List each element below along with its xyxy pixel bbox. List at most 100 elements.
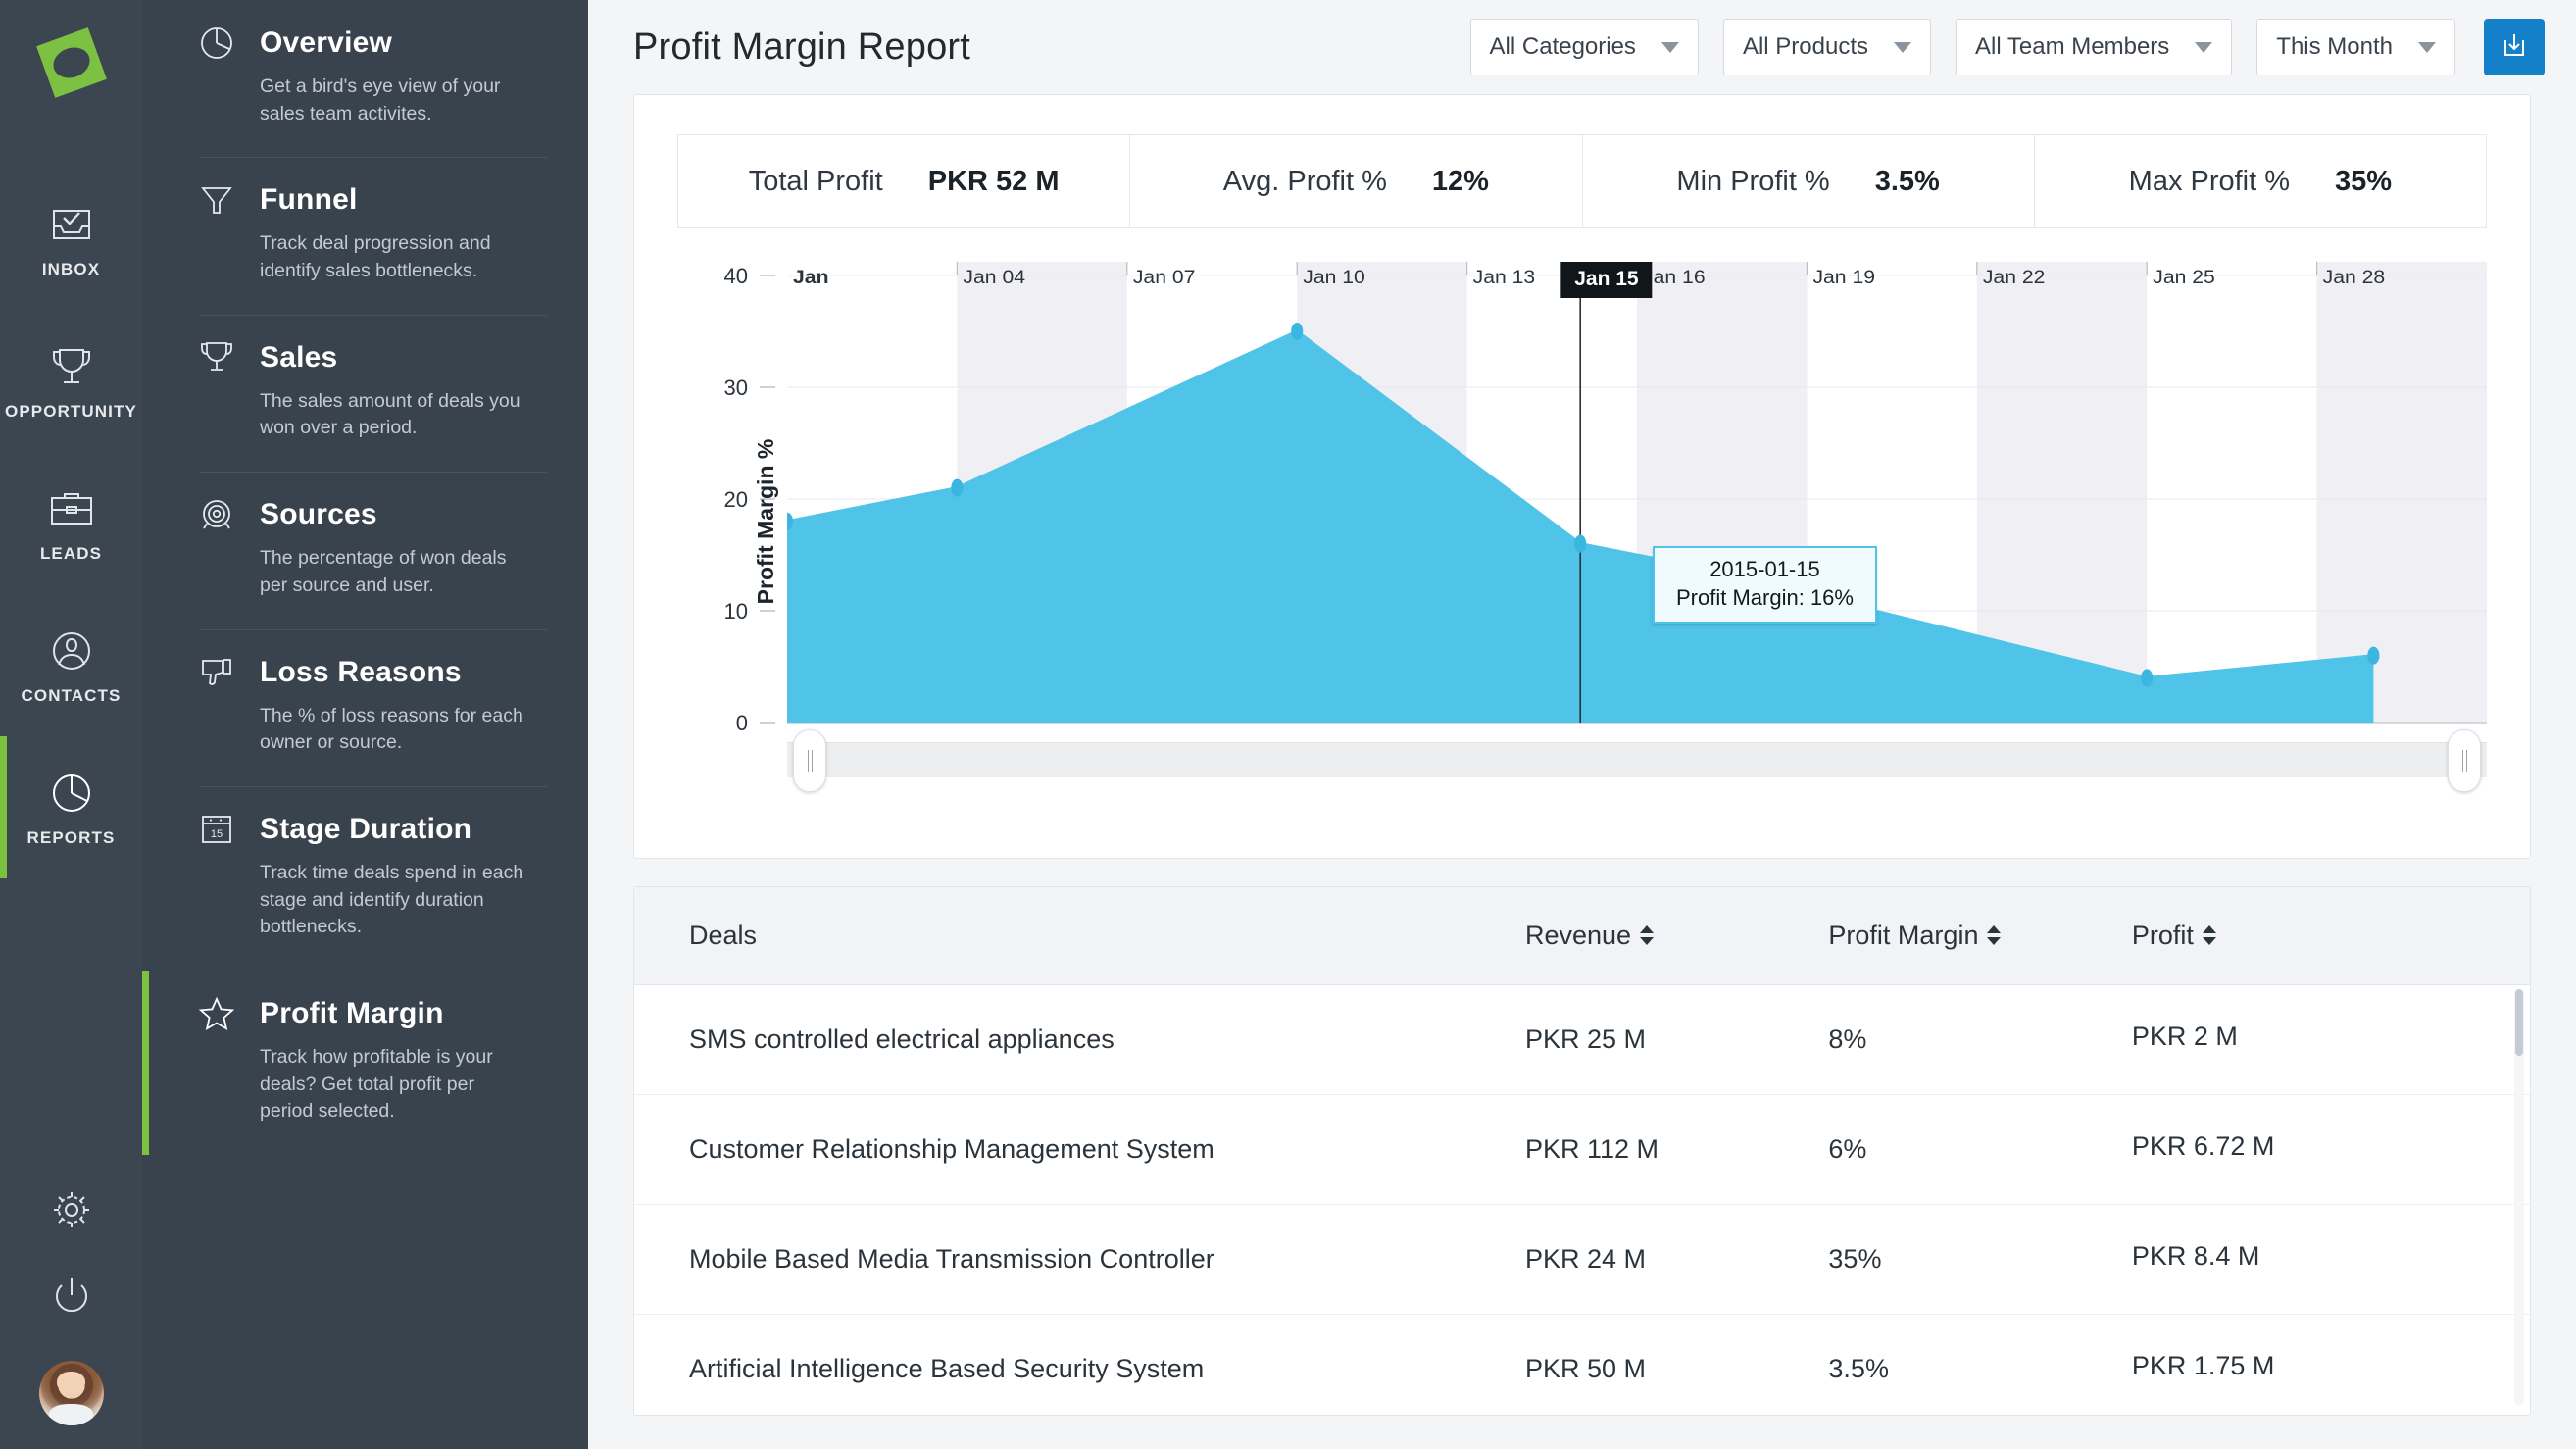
cell-deal: Artificial Intelligence Based Security S… — [634, 1314, 1525, 1415]
deals-table-card: Deals Revenue Profit Margin Profit SMS c… — [633, 886, 2531, 1416]
pie-chart-icon — [50, 767, 93, 820]
table-scrollbar[interactable] — [2514, 989, 2524, 1405]
table-row[interactable]: SMS controlled electrical appliances PKR … — [634, 981, 2530, 1095]
subnav-item-overview[interactable]: Overview Get a bird's eye view of your s… — [142, 0, 588, 157]
subnav-item-title: Sales — [260, 340, 338, 374]
rail-item-inbox[interactable]: INBOX — [0, 168, 142, 310]
table-body: SMS controlled electrical appliances PKR … — [634, 981, 2530, 1415]
subnav-item-sources[interactable]: Sources The percentage of won deals per … — [142, 472, 588, 628]
kpi-min-profit: Min Profit % 3.5% — [1583, 135, 2035, 227]
trophy-icon — [199, 340, 234, 375]
period-filter[interactable]: This Month — [2256, 19, 2455, 75]
star-icon — [199, 996, 234, 1031]
table-row[interactable]: Artificial Intelligence Based Security S… — [634, 1311, 2530, 1415]
cell-revenue: PKR 112 M — [1524, 1094, 1829, 1205]
svg-text:15: 15 — [211, 828, 223, 840]
subnav-item-desc: The sales amount of deals you won over a… — [260, 389, 520, 439]
chevron-down-icon — [1660, 41, 1679, 53]
subnav-item-title: Loss Reasons — [260, 655, 462, 688]
filter-bar: All Categories All Products All Team Mem… — [1469, 19, 2545, 75]
deals-table: Deals Revenue Profit Margin Profit SMS c… — [634, 887, 2530, 1415]
rail-item-contacts[interactable]: CONTACTS — [0, 594, 142, 736]
briefcase-icon — [49, 482, 94, 535]
product-filter-value: All Products — [1742, 33, 1868, 60]
sort-icon[interactable] — [2202, 924, 2216, 947]
range-start-handle[interactable] — [793, 729, 826, 792]
subnav-item-title: Stage Duration — [260, 812, 472, 845]
column-label: Profit Margin — [1828, 921, 1979, 950]
subnav-item-desc: Get a bird's eye view of your sales team… — [260, 75, 501, 125]
subnav-item-loss-reasons[interactable]: Loss Reasons The % of loss reasons for e… — [142, 628, 588, 786]
export-button[interactable] — [2484, 19, 2545, 75]
team-member-filter[interactable]: All Team Members — [1956, 19, 2233, 75]
subnav-item-desc: Track time deals spend in each stage and… — [260, 861, 524, 938]
column-label: Profit — [2131, 921, 2194, 950]
column-header-revenue[interactable]: Revenue — [1524, 887, 1829, 985]
settings-gear-icon[interactable] — [48, 1186, 95, 1238]
tooltip-date: 2015-01-15 — [1709, 557, 1820, 581]
profit-margin-chart[interactable]: Profit Margin % Jan Jan 04 Jan 07 Jan 10… — [677, 262, 2487, 792]
kpi-value: 35% — [2335, 165, 2393, 197]
chart-card: Total Profit PKR 52 M Avg. Profit % 12% … — [633, 94, 2531, 859]
chart-data-point[interactable] — [1574, 534, 1587, 553]
range-end-handle[interactable] — [2448, 729, 2481, 792]
chevron-down-icon — [2195, 41, 2213, 53]
user-avatar[interactable] — [38, 1361, 104, 1425]
chevron-down-icon — [1894, 41, 1911, 53]
column-header-profit-margin[interactable]: Profit Margin — [1828, 887, 2132, 985]
chevron-down-icon — [2418, 41, 2436, 53]
subnav-item-title: Funnel — [260, 183, 358, 217]
subnav-item-title: Profit Margin — [260, 996, 444, 1029]
subnav-item-stage-duration[interactable]: 15 Stage Duration Track time deals spend… — [142, 785, 588, 971]
table-scrollbar-thumb[interactable] — [2515, 989, 2523, 1056]
chart-data-point[interactable] — [2141, 669, 2154, 687]
primary-nav-rail: INBOX OPPORTUNITY LEADS CONTACTS REPORTS — [0, 0, 142, 1449]
sort-icon[interactable] — [1640, 924, 1655, 947]
product-filter[interactable]: All Products — [1722, 19, 1931, 75]
rail-item-label: LEADS — [39, 544, 103, 563]
cell-revenue: PKR 25 M — [1524, 984, 1829, 1095]
svg-text:30: 30 — [724, 375, 748, 400]
rail-item-opportunity[interactable]: OPPORTUNITY — [0, 310, 142, 452]
tooltip-value: Profit Margin: 16% — [1675, 584, 1854, 610]
cell-profit-margin: 3.5% — [1828, 1314, 2132, 1415]
chart-data-point[interactable] — [2367, 646, 2380, 665]
report-body: Total Profit PKR 52 M Avg. Profit % 12% … — [588, 94, 2576, 1449]
kpi-label: Max Profit % — [2128, 165, 2291, 197]
category-filter-value: All Categories — [1489, 33, 1636, 60]
subnav-item-title: Overview — [260, 26, 393, 59]
chart-data-point[interactable] — [1291, 323, 1304, 340]
subnav-item-funnel[interactable]: Funnel Track deal progression and identi… — [142, 157, 588, 314]
rail-item-reports[interactable]: REPORTS — [0, 736, 142, 878]
subnav-item-profit-margin[interactable]: Profit Margin Track how profitable is yo… — [142, 970, 588, 1155]
rail-item-label: CONTACTS — [21, 686, 122, 705]
table-row[interactable]: Mobile Based Media Transmission Controll… — [634, 1201, 2530, 1315]
download-icon — [2500, 30, 2529, 65]
main-content: Profit Margin Report All Categories All … — [588, 0, 2576, 1449]
table-row[interactable]: Customer Relationship Management System P… — [634, 1091, 2530, 1205]
rail-item-leads[interactable]: LEADS — [0, 452, 142, 594]
subnav-item-sales[interactable]: Sales The sales amount of deals you won … — [142, 314, 588, 472]
category-filter[interactable]: All Categories — [1469, 19, 1699, 75]
chart-range-slider[interactable] — [787, 729, 2487, 792]
app-root: INBOX OPPORTUNITY LEADS CONTACTS REPORTS… — [0, 0, 2576, 1449]
rail-bottom-group — [0, 1186, 142, 1449]
chart-plot-area[interactable]: Jan Jan 04 Jan 07 Jan 10 Jan 13 Jan 16 Jan 19 J… — [724, 262, 2487, 781]
column-header-profit[interactable]: Profit — [2131, 887, 2530, 985]
kpi-label: Min Profit % — [1676, 165, 1830, 197]
app-logo[interactable] — [35, 27, 107, 103]
rail-item-label: INBOX — [41, 260, 101, 278]
power-icon[interactable] — [48, 1274, 95, 1325]
sort-icon[interactable] — [1987, 924, 2002, 947]
kpi-total-profit: Total Profit PKR 52 M — [678, 135, 1131, 227]
cell-deal: Mobile Based Media Transmission Controll… — [634, 1204, 1525, 1315]
rail-item-list: INBOX OPPORTUNITY LEADS CONTACTS REPORTS — [0, 168, 142, 878]
subnav-item-desc: The % of loss reasons for each owner or … — [260, 704, 523, 754]
team-member-filter-value: All Team Members — [1975, 33, 2170, 60]
highlighted-x-tick-label: Jan 15 — [1560, 262, 1653, 298]
chart-data-point[interactable] — [951, 478, 964, 497]
subnav-item-title: Sources — [260, 498, 377, 531]
calendar-15-icon: 15 — [199, 812, 234, 847]
kpi-label: Total Profit — [748, 165, 883, 197]
pie-chart-icon — [199, 25, 234, 61]
